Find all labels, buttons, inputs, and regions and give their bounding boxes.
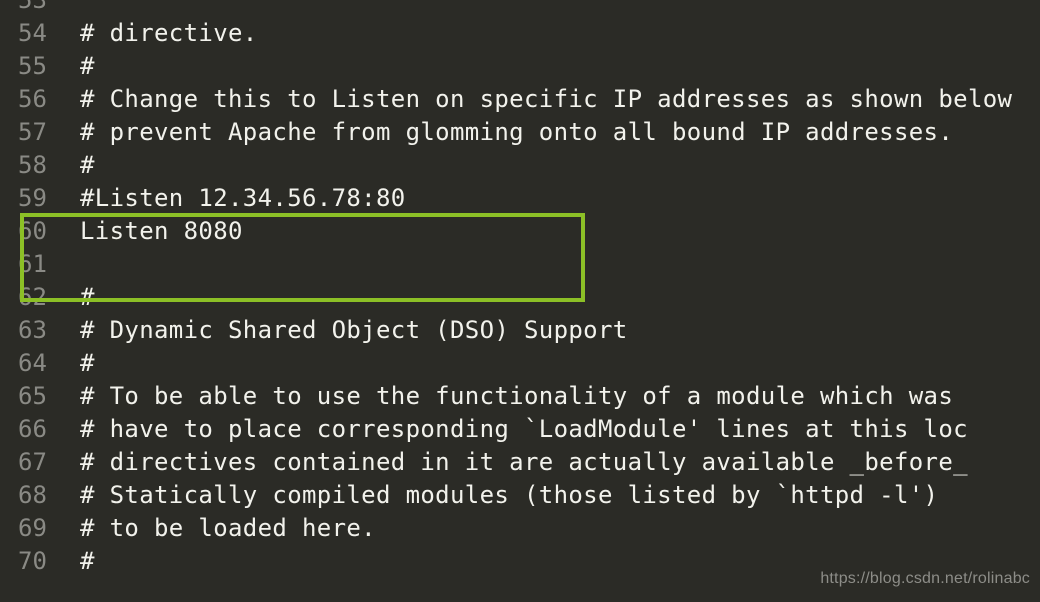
line-number: 60 xyxy=(18,217,47,245)
line-source-text: # prevent Apache from glomming onto all … xyxy=(80,118,954,146)
code-line[interactable]: 61 xyxy=(0,248,1040,281)
line-source-text: # To be able to use the functionality of… xyxy=(80,382,954,410)
code-line[interactable]: 60 Listen 8080 xyxy=(0,215,1040,248)
code-line[interactable]: 64 # xyxy=(0,347,1040,380)
code-line[interactable]: 69 # to be loaded here. xyxy=(0,512,1040,545)
editor-screenshot: 53# ... 54 # directive. 55 #56 # Change this … xyxy=(0,0,1040,602)
line-number: 63 xyxy=(18,316,47,344)
code-line[interactable]: 56 # Change this to Listen on specific IP… xyxy=(0,83,1040,116)
line-number: 68 xyxy=(18,481,47,509)
line-source-text: # Statically compiled modules (those lis… xyxy=(80,481,939,509)
line-source-text: # to be loaded here. xyxy=(80,514,376,542)
line-number: 69 xyxy=(18,514,47,542)
code-line[interactable]: 67 # directives contained in it are actua… xyxy=(0,446,1040,479)
code-editor-pane[interactable]: 53# ... 54 # directive. 55 #56 # Change this … xyxy=(0,0,1040,602)
code-line[interactable]: 68 # Statically compiled modules (those l… xyxy=(0,479,1040,512)
line-source-text: # have to place corresponding `LoadModul… xyxy=(80,415,968,443)
code-line[interactable]: 58 # xyxy=(0,149,1040,182)
code-line[interactable]: 63 # Dynamic Shared Object (DSO) Support xyxy=(0,314,1040,347)
line-source-text: # xyxy=(80,151,95,179)
line-number: 61 xyxy=(18,250,47,278)
line-source-text: Listen 8080 xyxy=(80,217,243,245)
line-number: 66 xyxy=(18,415,47,443)
line-source-text: # xyxy=(80,349,95,377)
code-line[interactable]: 53# ... xyxy=(0,0,1040,17)
code-line[interactable]: 66 # have to place corresponding `LoadMod… xyxy=(0,413,1040,446)
line-source-text: # xyxy=(80,283,95,311)
line-number: 67 xyxy=(18,448,47,476)
line-source-text: # xyxy=(80,547,95,575)
line-source-text: # Dynamic Shared Object (DSO) Support xyxy=(80,316,628,344)
code-line[interactable]: 55 # xyxy=(0,50,1040,83)
line-number: 57 xyxy=(18,118,47,146)
line-number: 56 xyxy=(18,85,47,113)
line-number: 54 xyxy=(18,19,47,47)
code-line[interactable]: 65 # To be able to use the functionality … xyxy=(0,380,1040,413)
line-source-text: # xyxy=(80,52,95,80)
line-number: 58 xyxy=(18,151,47,179)
line-source-text: # Change this to Listen on specific IP a… xyxy=(80,85,1013,113)
line-source-text: #Listen 12.34.56.78:80 xyxy=(80,184,406,212)
code-line[interactable]: 54 # directive. xyxy=(0,17,1040,50)
line-source-text: # directives contained in it are actuall… xyxy=(80,448,968,476)
line-number: 53 xyxy=(18,0,47,14)
code-line[interactable]: 57 # prevent Apache from glomming onto al… xyxy=(0,116,1040,149)
line-number: 59 xyxy=(18,184,47,212)
code-line[interactable]: 59 #Listen 12.34.56.78:80 xyxy=(0,182,1040,215)
line-number: 64 xyxy=(18,349,47,377)
code-line[interactable]: 62 # xyxy=(0,281,1040,314)
watermark-text: https://blog.csdn.net/rolinabc xyxy=(820,570,1030,587)
line-number: 65 xyxy=(18,382,47,410)
line-source-text: # directive. xyxy=(80,19,258,47)
line-number: 55 xyxy=(18,52,47,80)
line-number: 62 xyxy=(18,283,47,311)
line-number: 70 xyxy=(18,547,47,575)
